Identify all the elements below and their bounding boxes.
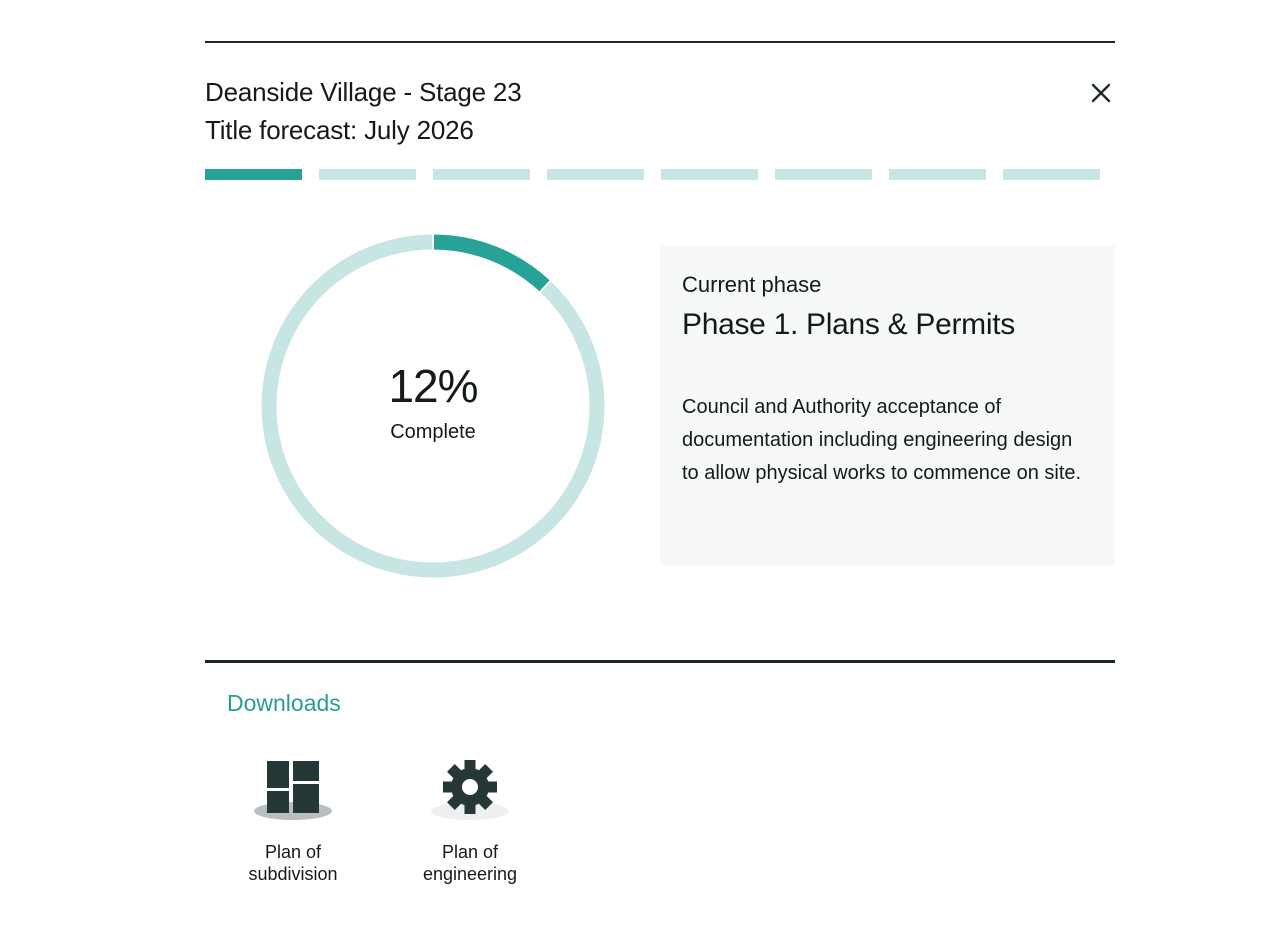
download-label-line2: subdivision	[248, 864, 338, 884]
current-phase-name: Phase 1. Plans & Permits	[682, 308, 1015, 341]
download-plan-of-subdivision[interactable]: Plan of subdivision	[228, 753, 358, 885]
project-name: Deanside Village - Stage 23	[205, 77, 522, 107]
phase-progress-segments	[205, 169, 1115, 180]
phase-segment-7	[889, 169, 986, 180]
current-phase-card: Current phase Phase 1. Plans & Permits C…	[660, 245, 1115, 566]
progress-donut: 12% Complete	[260, 233, 606, 579]
phase-segment-4	[547, 169, 644, 180]
progress-percent: 12%	[388, 360, 478, 412]
panel-title: Deanside Village - Stage 23 Title foreca…	[205, 73, 522, 149]
phase-segment-1	[205, 169, 302, 180]
phase-segment-6	[775, 169, 872, 180]
downloads-heading: Downloads	[227, 690, 341, 716]
download-label: Plan of subdivision	[228, 841, 358, 885]
download-label: Plan of engineering	[405, 841, 535, 885]
phase-segment-2	[319, 169, 416, 180]
close-icon	[1091, 83, 1111, 103]
close-button[interactable]	[1087, 79, 1115, 107]
progress-readout: 12% Complete	[260, 233, 606, 579]
progress-status-label: Complete	[390, 421, 476, 443]
downloads-divider	[205, 660, 1115, 663]
current-phase-kicker: Current phase	[682, 272, 822, 297]
project-status-panel: Deanside Village - Stage 23 Title foreca…	[205, 41, 1115, 884]
download-label-line1: Plan of	[264, 842, 322, 862]
download-label-line2: engineering	[422, 864, 518, 884]
current-phase-description: Council and Authority acceptance of docu…	[682, 396, 1082, 484]
download-plan-of-engineering[interactable]: Plan of engineering	[405, 753, 535, 885]
phase-segment-5	[661, 169, 758, 180]
panel-header: Deanside Village - Stage 23 Title foreca…	[205, 43, 1115, 180]
download-label-line1: Plan of	[441, 842, 499, 862]
title-forecast: Title forecast: July 2026	[205, 115, 474, 145]
phase-segment-3	[433, 169, 530, 180]
gear-icon	[431, 760, 509, 820]
phase-segment-8	[1003, 169, 1100, 180]
floorplan-icon	[254, 761, 332, 820]
